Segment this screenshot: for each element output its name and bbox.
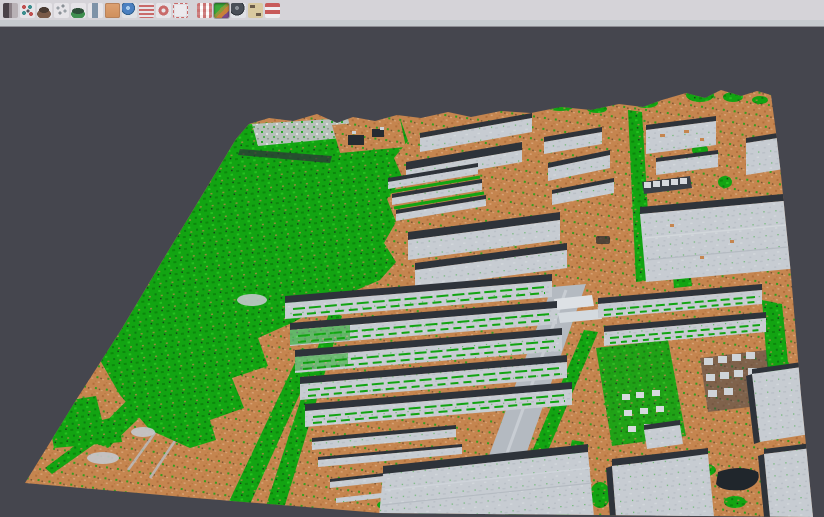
align-points-icon[interactable] [20, 3, 35, 18]
sparse-cloud-icon[interactable] [54, 3, 69, 18]
contour-lines-icon[interactable] [139, 3, 154, 18]
viewport[interactable] [0, 27, 824, 517]
texture-tile-icon[interactable] [248, 3, 263, 18]
crop-region-icon[interactable] [173, 3, 188, 18]
mesh-3d-icon[interactable] [231, 3, 246, 18]
dsm-surface-icon[interactable] [71, 3, 86, 18]
profile-section-icon[interactable] [88, 3, 103, 18]
toolbar-separator [189, 0, 196, 21]
dtm-terrain-icon[interactable] [37, 3, 52, 18]
app-toolbar [0, 0, 824, 27]
viewport-3d-scene[interactable] [0, 27, 824, 517]
report-banner-icon[interactable] [265, 3, 280, 18]
target-circle-icon[interactable] [156, 3, 171, 18]
merge-clouds-icon[interactable] [3, 3, 18, 18]
grid-tiles-icon[interactable] [197, 3, 212, 18]
globe-icon[interactable] [122, 3, 137, 18]
striped-warehouses [285, 274, 572, 427]
orthophoto-icon[interactable] [105, 3, 120, 18]
classification-icon[interactable] [214, 3, 229, 18]
